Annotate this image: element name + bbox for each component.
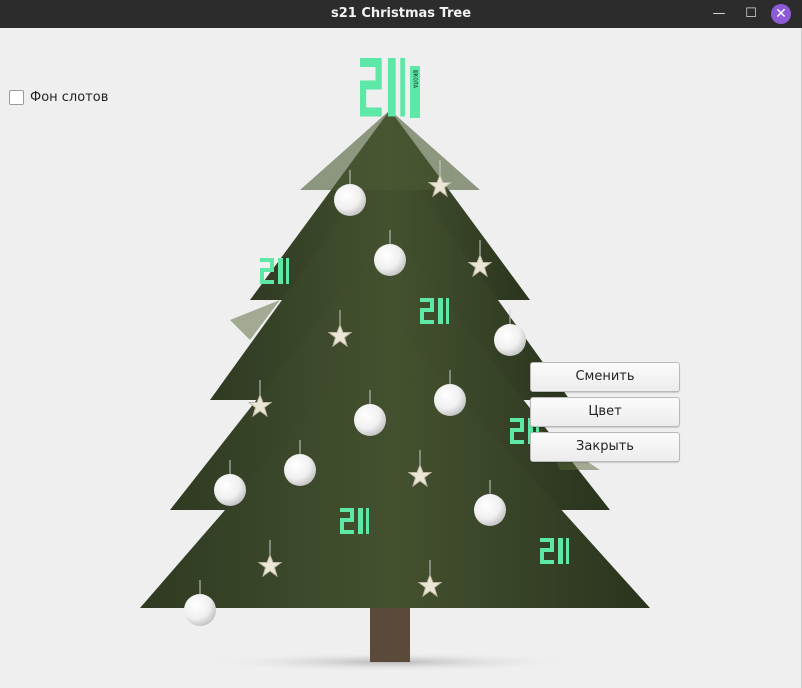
- main-window: ШКОЛА Фон слотов: [0, 28, 802, 688]
- context-menu: Сменить Цвет Закрыть: [530, 362, 680, 467]
- window-title: s21 Christmas Tree: [330, 6, 472, 21]
- slot-background-label: Фон слотов: [30, 90, 109, 105]
- top-badge-side-text: ШКОЛА: [412, 70, 419, 88]
- minimize-button[interactable]: —: [709, 4, 729, 24]
- change-button[interactable]: Сменить: [530, 362, 680, 392]
- tree-foliage: [140, 110, 650, 608]
- color-button[interactable]: Цвет: [530, 397, 680, 427]
- close-icon: ✕: [775, 6, 787, 22]
- slot-background-checkbox[interactable]: Фон слотов: [9, 90, 108, 105]
- minimize-icon: —: [712, 6, 726, 21]
- close-menu-button[interactable]: Закрыть: [530, 432, 680, 462]
- tree-scene: ШКОЛА: [140, 58, 650, 672]
- tree-trunk: [370, 600, 410, 662]
- close-button[interactable]: ✕: [771, 4, 791, 24]
- title-bar: s21 Christmas Tree — ☐ ✕: [0, 0, 802, 28]
- checkbox-box[interactable]: [9, 90, 24, 105]
- maximize-button[interactable]: ☐: [741, 4, 761, 24]
- top-badge: [360, 58, 405, 117]
- maximize-icon: ☐: [745, 6, 757, 21]
